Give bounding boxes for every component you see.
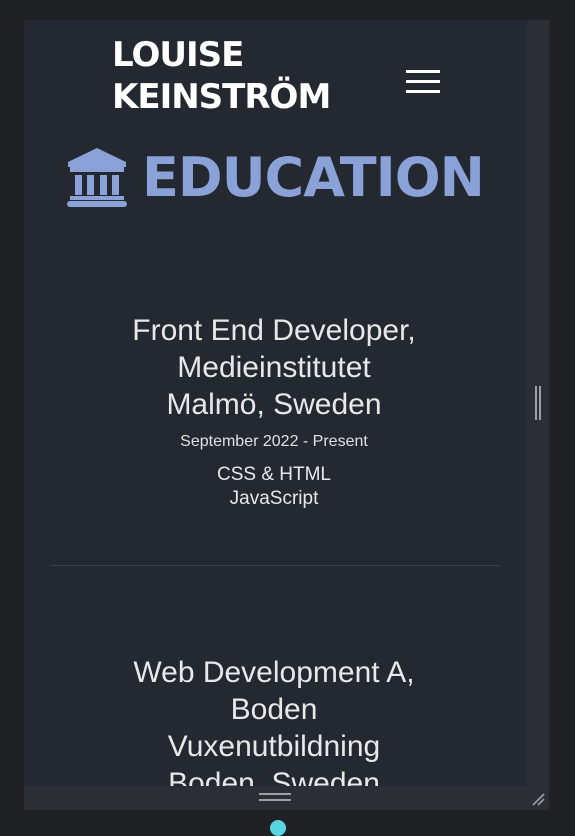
entry-title-line: Malmö, Sweden — [166, 388, 382, 421]
menu-bar — [406, 70, 440, 73]
bank-building-icon — [67, 148, 127, 207]
entry-title: Front End Developer, Medieinstitutet Mal… — [84, 312, 464, 423]
education-heading: EDUCATION — [66, 142, 485, 212]
hamburger-menu-icon[interactable] — [406, 70, 440, 96]
education-entry: Front End Developer, Medieinstitutet Mal… — [84, 312, 464, 511]
entry-detail-line: CSS & HTML — [216, 464, 332, 485]
entry-title-line: Vuxenutbildning — [167, 730, 381, 763]
drag-handle-icon[interactable] — [259, 793, 291, 801]
brand-first-name: LOUISE — [112, 35, 244, 75]
entry-divider — [50, 565, 500, 566]
bottom-panel-bar[interactable] — [24, 786, 549, 810]
menu-bar — [406, 80, 440, 83]
entry-date: September 2022 - Present — [180, 433, 368, 450]
brand-last-name: KEINSTRÖM — [112, 77, 331, 117]
browser-viewport: LOUISE KEINSTRÖM EDUCATION Front End Dev… — [24, 20, 549, 810]
section-title: EDUCATION — [142, 145, 485, 209]
entry-title-line: Boden — [230, 693, 318, 726]
menu-bar — [406, 90, 440, 93]
entry-title-line: Medieinstitutet — [177, 351, 371, 384]
vertical-scrollbar[interactable] — [527, 20, 549, 786]
resize-handle-icon[interactable] — [531, 792, 545, 806]
entry-title-line: Web Development A, — [133, 656, 415, 689]
entry-details: CSS & HTML JavaScript — [84, 463, 464, 511]
site-brand[interactable]: LOUISE KEINSTRÖM — [112, 34, 352, 118]
entry-title-line: Front End Developer, — [132, 314, 416, 347]
scrollbar-thumb[interactable] — [535, 386, 541, 420]
education-entry: Web Development A, Boden Vuxenutbildning… — [84, 654, 464, 802]
cursor-indicator — [270, 820, 286, 836]
entry-detail-line: JavaScript — [229, 488, 319, 509]
entry-title: Web Development A, Boden Vuxenutbildning… — [84, 654, 464, 802]
